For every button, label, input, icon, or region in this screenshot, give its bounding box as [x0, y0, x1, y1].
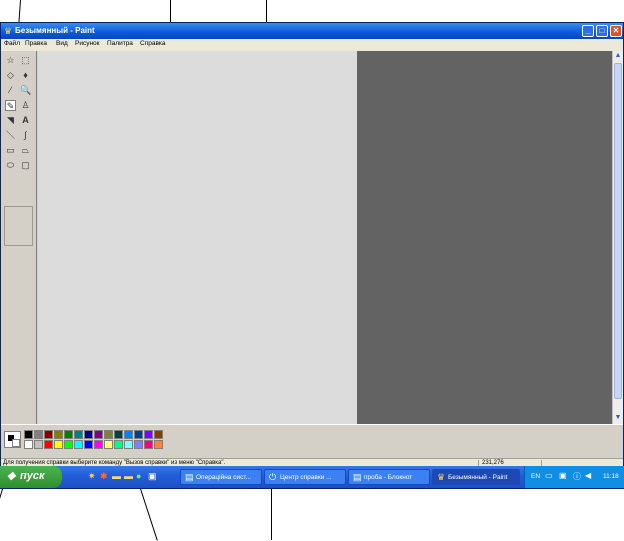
task-notepad[interactable]: ▤ проба - Блокнот — [348, 469, 430, 485]
color-swatch[interactable] — [84, 430, 93, 439]
start-label: пуск — [20, 470, 45, 482]
keyboard-icon[interactable]: ▭ — [545, 471, 553, 480]
document-icon: ▤ — [185, 472, 194, 482]
airbrush-tool[interactable]: ◥ — [5, 115, 16, 126]
volume-icon[interactable]: ◀ — [585, 471, 591, 480]
color-swatch[interactable] — [144, 430, 153, 439]
maximize-button[interactable]: □ — [596, 25, 608, 37]
task-label: Операційна сист... — [196, 474, 252, 481]
paint-icon: ♛ — [437, 472, 446, 482]
text-tool[interactable]: A — [20, 115, 31, 126]
quicklaunch-refresh-icon[interactable]: ● — [136, 471, 141, 481]
drawing-canvas[interactable] — [38, 51, 357, 424]
menu-edit[interactable]: Правка — [25, 40, 47, 47]
help-icon: ⏻ — [269, 472, 277, 482]
task-label: проба - Блокнот — [364, 474, 413, 481]
current-colors[interactable] — [4, 431, 21, 448]
color-swatch[interactable] — [44, 440, 53, 449]
start-button[interactable]: ❖ пуск — [0, 466, 62, 488]
paint-app-icon: ♛ — [4, 26, 13, 36]
color-swatch[interactable] — [44, 430, 53, 439]
color-swatch[interactable] — [154, 440, 163, 449]
color-swatch[interactable] — [64, 440, 73, 449]
menu-file[interactable]: Файл — [4, 40, 20, 47]
color-swatch[interactable] — [74, 440, 83, 449]
color-swatch[interactable] — [114, 440, 123, 449]
task-label: Центр справки ... — [280, 474, 332, 481]
color-swatch[interactable] — [114, 430, 123, 439]
language-indicator[interactable]: EN — [531, 473, 540, 480]
scroll-up-icon[interactable]: ▲ — [613, 51, 623, 61]
info-icon[interactable]: ⓘ — [573, 471, 581, 482]
title-bar[interactable]: ♛ Безымянный - Paint _ □ ✕ — [1, 23, 623, 39]
color-swatch[interactable] — [64, 430, 73, 439]
menu-view[interactable]: Вид — [56, 40, 68, 47]
tool-options-box[interactable] — [4, 206, 33, 246]
color-picker-tool[interactable]: ⁄ — [5, 85, 16, 96]
color-swatch[interactable] — [144, 440, 153, 449]
color-swatch[interactable] — [34, 440, 43, 449]
task-paint[interactable]: ♛ Безымянный - Paint — [432, 469, 520, 485]
color-swatch[interactable] — [154, 430, 163, 439]
task-label: Безымянный - Paint — [448, 474, 508, 481]
background-color[interactable] — [12, 439, 20, 447]
line-tool[interactable]: ＼ — [5, 130, 16, 141]
magnifier-tool[interactable]: 🔍 — [20, 85, 31, 96]
rounded-rect-tool[interactable]: ▢ — [20, 160, 31, 171]
windows-logo-icon: ❖ — [6, 471, 16, 483]
color-swatch[interactable] — [104, 440, 113, 449]
color-swatch[interactable] — [94, 440, 103, 449]
color-palette-bar — [1, 424, 623, 458]
scroll-thumb[interactable] — [614, 63, 622, 399]
polygon-tool[interactable]: ⏢ — [20, 145, 31, 156]
color-swatch[interactable] — [34, 430, 43, 439]
quicklaunch-sun-icon[interactable]: ✷ — [88, 471, 96, 482]
rect-select-tool[interactable]: ⬚ — [20, 55, 31, 66]
ellipse-tool[interactable]: ⬭ — [5, 160, 16, 171]
system-tray: EN ▭ ▣ ⓘ ◀ 11:18 — [524, 466, 624, 488]
color-swatch[interactable] — [124, 430, 133, 439]
taskbar: ❖ пуск ✷ ✱ ▬ ▬ ● ▣ ▤ Операційна сист... … — [0, 466, 624, 488]
close-button[interactable]: ✕ — [610, 25, 622, 37]
color-swatch[interactable] — [74, 430, 83, 439]
window-title: Безымянный - Paint — [15, 26, 95, 35]
quicklaunch-app-icon[interactable]: ✱ — [100, 471, 108, 482]
screenshot-root: ♛ Безымянный - Paint _ □ ✕ Файл Правка В… — [0, 0, 624, 541]
toolbox: ☆ ⬚ ◇ ♦ ⁄ 🔍 ✎ ♙ ◥ A ＼ ∫ ▭ ⏢ ⬭ ▢ — [1, 51, 37, 424]
menu-bar: Файл Правка Вид Рисунок Палитра Справка — [1, 39, 623, 51]
color-swatch[interactable] — [94, 430, 103, 439]
menu-palette[interactable]: Палитра — [107, 40, 133, 47]
rectangle-tool[interactable]: ▭ — [5, 145, 16, 156]
fill-tool[interactable]: ♦ — [20, 70, 31, 81]
color-swatch[interactable] — [124, 440, 133, 449]
color-swatch[interactable] — [24, 440, 33, 449]
quicklaunch-disk-icon[interactable]: ▣ — [148, 471, 157, 482]
canvas-area — [38, 51, 612, 424]
color-swatch[interactable] — [84, 440, 93, 449]
color-swatch[interactable] — [134, 440, 143, 449]
notepad-icon: ▤ — [353, 472, 362, 482]
free-select-tool[interactable]: ☆ — [5, 55, 16, 66]
color-swatch[interactable] — [134, 430, 143, 439]
network-icon[interactable]: ▣ — [559, 471, 567, 480]
clock: 11:18 — [603, 473, 619, 480]
menu-help[interactable]: Справка — [140, 40, 166, 47]
color-swatch[interactable] — [54, 430, 63, 439]
task-word-document[interactable]: ▤ Операційна сист... — [180, 469, 262, 485]
vertical-scrollbar[interactable]: ▲ ▼ — [612, 51, 623, 424]
brush-tool[interactable]: ♙ — [20, 100, 31, 111]
task-help-center[interactable]: ⏻ Центр справки ... — [264, 469, 346, 485]
color-swatch[interactable] — [104, 430, 113, 439]
curve-tool[interactable]: ∫ — [20, 130, 31, 141]
quicklaunch-folder-icon[interactable]: ▬ — [112, 471, 121, 481]
scroll-down-icon[interactable]: ▼ — [613, 413, 623, 423]
quicklaunch-folder-icon[interactable]: ▬ — [124, 471, 133, 481]
minimize-button[interactable]: _ — [582, 25, 594, 37]
pencil-tool[interactable]: ✎ — [5, 100, 16, 111]
paint-window: ♛ Безымянный - Paint _ □ ✕ Файл Правка В… — [0, 22, 624, 489]
color-swatch[interactable] — [24, 430, 33, 439]
color-swatch[interactable] — [54, 440, 63, 449]
menu-image[interactable]: Рисунок — [75, 40, 100, 47]
eraser-tool[interactable]: ◇ — [5, 70, 16, 81]
